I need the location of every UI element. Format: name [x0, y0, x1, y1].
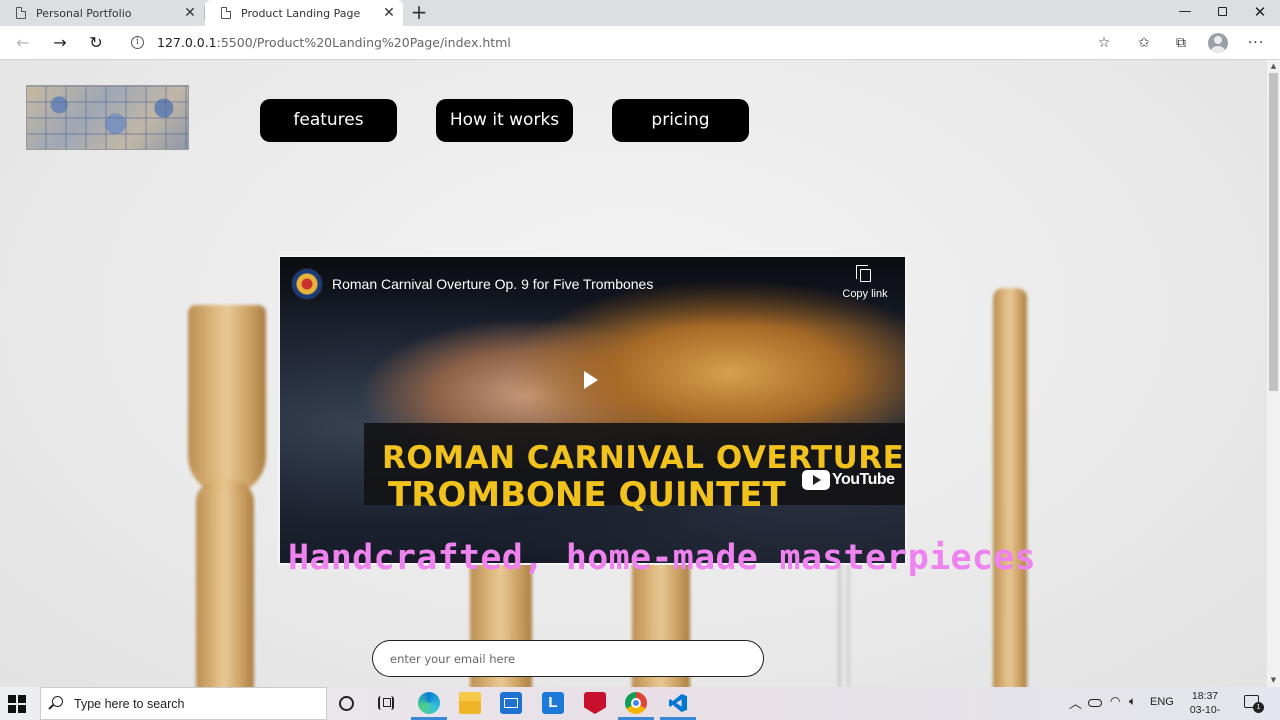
new-tab-icon[interactable]: + — [409, 2, 429, 23]
copy-link-button[interactable]: Copy link — [830, 265, 900, 300]
star-icon[interactable]: ☆ — [1093, 32, 1115, 54]
play-icon[interactable] — [584, 371, 598, 389]
windows-taskbar: Type here to search L ︿ ◠ 🔈︎ ENG 18:37 0… — [0, 687, 1280, 720]
mcafee-icon[interactable] — [584, 692, 606, 714]
header-logo-image — [26, 85, 189, 150]
copy-icon — [855, 265, 871, 282]
mail-icon[interactable] — [500, 692, 522, 714]
scroll-down-icon[interactable]: ▼ — [1267, 674, 1280, 687]
chevron-up-icon[interactable]: ︿ — [1069, 693, 1082, 712]
video-banner-line-2: TROMBONE QUINTET — [388, 475, 786, 515]
minimize-icon[interactable]: — — [1166, 0, 1204, 26]
clock[interactable]: 18:37 03-10-2020 — [1180, 689, 1230, 720]
browser-tab-strip: Personal Portfolio ✕ Product Landing Pag… — [0, 0, 1280, 26]
taskbar-search-box[interactable]: Type here to search — [40, 687, 327, 720]
task-view-icon[interactable] — [378, 696, 394, 710]
clock-time: 18:37 — [1191, 690, 1219, 702]
background-chopstick — [993, 288, 1027, 687]
scrollbar-thumb[interactable] — [1269, 73, 1278, 391]
volume-icon[interactable]: 🔈︎ — [1129, 694, 1136, 709]
background-fork-handle — [196, 480, 254, 687]
channel-avatar[interactable] — [291, 268, 323, 300]
favorites-icon[interactable]: ✩ — [1133, 32, 1155, 54]
tab-title: Product Landing Page — [241, 6, 361, 20]
page-headline: Handcrafted, home-made masterpieces — [288, 538, 1037, 578]
language-indicator[interactable]: ENG — [1150, 696, 1174, 708]
maximize-icon[interactable] — [1203, 0, 1241, 26]
chrome-icon[interactable] — [625, 692, 647, 714]
collections-icon[interactable]: ⧉ — [1170, 32, 1192, 54]
background-fork-head — [188, 305, 266, 495]
page-scrollbar[interactable]: ▲ ▼ — [1267, 60, 1280, 687]
taskbar-search-placeholder: Type here to search — [74, 697, 185, 711]
tab-title: Personal Portfolio — [36, 6, 132, 20]
edge-icon[interactable] — [418, 692, 440, 714]
arrow-right-icon[interactable]: → — [48, 31, 72, 55]
file-explorer-icon[interactable] — [459, 692, 481, 714]
cortana-icon[interactable] — [339, 696, 354, 711]
video-title[interactable]: Roman Carnival Overture Op. 9 for Five T… — [332, 276, 653, 292]
page-icon — [16, 7, 26, 19]
close-window-icon[interactable]: ✕ — [1241, 0, 1279, 26]
video-header-shade — [280, 257, 905, 327]
wifi-icon[interactable]: ◠ — [1110, 694, 1120, 708]
tab-personal-portfolio[interactable]: Personal Portfolio ✕ — [0, 0, 204, 26]
vscode-icon[interactable] — [667, 692, 689, 714]
url-path: :5500/Product%20Landing%20Page/index.htm… — [216, 35, 511, 50]
clock-date: 03-10-2020 — [1189, 704, 1221, 720]
browser-toolbar: ← → ↻ i 127.0.0.1:5500/Product%20Landing… — [0, 26, 1280, 60]
nav-link-pricing[interactable]: pricing — [612, 99, 749, 142]
profile-icon[interactable] — [1208, 33, 1228, 53]
arrow-left-icon[interactable]: ← — [11, 31, 35, 55]
nav-link-how-it-works[interactable]: How it works — [436, 99, 573, 142]
more-icon[interactable]: ··· — [1245, 32, 1267, 54]
youtube-play-icon — [802, 470, 830, 490]
youtube-wordmark: YouTube — [832, 471, 895, 488]
reload-icon[interactable]: ↻ — [84, 31, 108, 55]
tab-product-landing-page[interactable]: Product Landing Page ✕ — [205, 0, 403, 26]
info-icon[interactable]: i — [131, 36, 144, 49]
nav-link-features[interactable]: features — [260, 99, 397, 142]
notification-count-badge: 1 — [1253, 702, 1264, 713]
onedrive-icon[interactable] — [1088, 699, 1102, 707]
close-tab-icon[interactable]: ✕ — [182, 5, 198, 21]
page-icon — [221, 7, 231, 19]
notification-center-icon[interactable]: 1 — [1244, 695, 1264, 713]
page-viewport: features How it works pricing Roman Carn… — [0, 60, 1267, 687]
windows-start-icon[interactable] — [8, 695, 26, 713]
email-input[interactable] — [372, 640, 764, 677]
embedded-video[interactable]: Roman Carnival Overture Op. 9 for Five T… — [278, 255, 907, 565]
url-host: 127.0.0.1 — [157, 35, 217, 50]
youtube-logo[interactable]: YouTube — [802, 469, 895, 491]
search-icon — [52, 696, 63, 707]
scroll-up-icon[interactable]: ▲ — [1267, 60, 1280, 73]
close-tab-icon[interactable]: ✕ — [381, 5, 397, 21]
address-bar[interactable]: 127.0.0.1:5500/Product%20Landing%20Page/… — [157, 35, 511, 50]
l-app-icon[interactable]: L — [542, 692, 564, 714]
copy-link-label: Copy link — [842, 288, 888, 300]
